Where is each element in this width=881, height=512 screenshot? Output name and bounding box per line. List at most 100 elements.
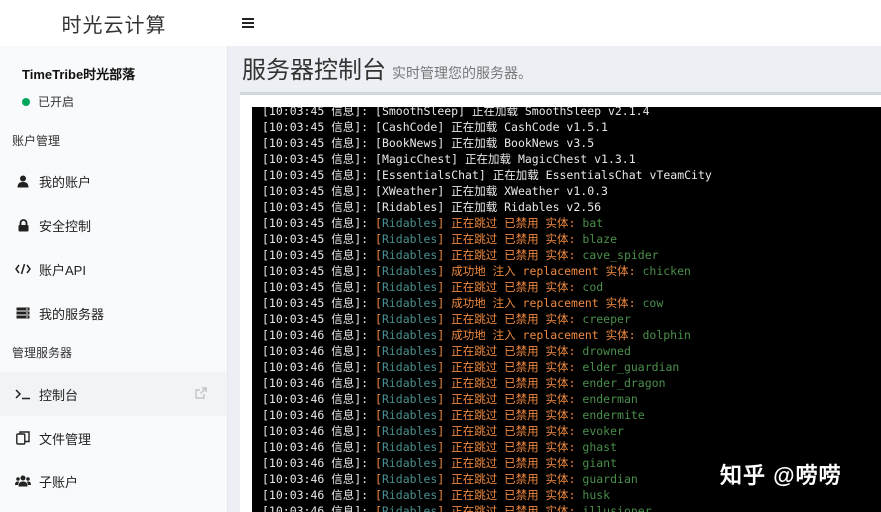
- console-plugin-tag: Ridables: [381, 504, 438, 512]
- sidebar-item-sub-accounts[interactable]: 子账户: [0, 459, 227, 503]
- page-subtitle: 实时管理您的服务器。: [392, 65, 532, 81]
- console-timestamp: [10:03:46 信息]:: [262, 504, 376, 512]
- sidebar-item-console[interactable]: 控制台: [0, 372, 227, 416]
- console-line: [10:03:45 信息]: [Ridables] 正在跳过 已禁用 实体: c…: [262, 311, 712, 327]
- console-action: 正在跳过 已禁用 实体:: [444, 456, 583, 470]
- console-action: 正在跳过 已禁用 实体:: [444, 312, 583, 326]
- console-line: [10:03:46 信息]: [Ridables] 正在跳过 已禁用 实体: g…: [262, 455, 712, 471]
- console-timestamp: [10:03:46 信息]:: [262, 392, 376, 406]
- lock-icon: [14, 216, 32, 234]
- console-entity: endermite: [582, 408, 645, 422]
- console-plugin-tag: [Ridables]: [375, 200, 445, 214]
- console-plugin-tag: Ridables: [381, 264, 438, 278]
- console-bracket: [: [375, 248, 382, 262]
- user-panel: TimeTribe时光部落 已开启: [22, 64, 135, 110]
- console-entity: husk: [582, 488, 611, 502]
- console-bracket: [: [375, 456, 382, 470]
- console-entity: giant: [582, 456, 618, 470]
- console-lines: [10:03:45 信息]: [SmoothSleep] 正在加载 Smooth…: [262, 107, 712, 512]
- console-bracket: [: [375, 312, 382, 326]
- console-message: 正在加载 CashCode v1.5.1: [444, 120, 608, 134]
- console-plugin-tag: Ridables: [381, 440, 438, 454]
- console-timestamp: [10:03:46 信息]:: [262, 440, 376, 454]
- console-action: 正在跳过 已禁用 实体:: [444, 408, 583, 422]
- sidebar-item-label: 我的服务器: [39, 306, 105, 322]
- sidebar-item-security[interactable]: 安全控制: [0, 203, 227, 247]
- sidebar-item-label: 账户API: [39, 262, 86, 278]
- status-online-icon: [22, 97, 30, 106]
- console-message: 正在加载 BookNews v3.5: [444, 136, 595, 150]
- console-message: 正在加载 XWeather v1.0.3: [444, 184, 608, 198]
- console-plugin-tag: Ridables: [381, 408, 438, 422]
- console-timestamp: [10:03:45 信息]:: [262, 136, 376, 150]
- sidebar-item-label: 文件管理: [39, 431, 92, 447]
- console-entity: bat: [582, 216, 604, 230]
- console-timestamp: [10:03:46 信息]:: [262, 376, 376, 390]
- console-bracket: [: [375, 280, 382, 294]
- sidebar-item-file-manager[interactable]: 文件管理: [0, 416, 227, 460]
- console-action: 成功地 注入 replacement 实体:: [444, 264, 643, 278]
- files-icon: [14, 429, 32, 447]
- console-line: [10:03:46 信息]: [Ridables] 正在跳过 已禁用 实体: e…: [262, 375, 712, 391]
- console-plugin-tag: Ridables: [381, 472, 438, 486]
- console-entity: creeper: [582, 312, 631, 326]
- console-timestamp: [10:03:45 信息]:: [262, 216, 376, 230]
- console-line: [10:03:45 信息]: [Ridables] 正在跳过 已禁用 实体: b…: [262, 231, 712, 247]
- console-timestamp: [10:03:46 信息]:: [262, 328, 376, 342]
- console-line: [10:03:45 信息]: [MagicChest] 正在加载 MagicCh…: [262, 151, 712, 167]
- console-plugin-tag: [CashCode]: [375, 120, 445, 134]
- console-timestamp: [10:03:45 信息]:: [262, 296, 376, 310]
- console-line: [10:03:46 信息]: [Ridables] 正在跳过 已禁用 实体: g…: [262, 471, 712, 487]
- console-plugin-tag: Ridables: [381, 248, 438, 262]
- sidebar-item-label: 子账户: [39, 474, 79, 490]
- user-name: TimeTribe时光部落: [22, 67, 136, 82]
- console-line: [10:03:46 信息]: [Ridables] 正在跳过 已禁用 实体: d…: [262, 343, 712, 359]
- sidebar-item-my-servers[interactable]: 我的服务器: [0, 291, 227, 335]
- console-output[interactable]: [10:03:45 信息]: [SmoothSleep] 正在加载 Smooth…: [252, 107, 881, 512]
- console-line: [10:03:45 信息]: [Ridables] 成功地 注入 replace…: [262, 295, 712, 311]
- console-bracket: [: [375, 424, 382, 438]
- console-action: 正在跳过 已禁用 实体:: [444, 440, 583, 454]
- users-icon: [14, 472, 32, 490]
- external-link-icon[interactable]: [195, 387, 207, 399]
- console-plugin-tag: Ridables: [381, 488, 438, 502]
- sidebar-item-label: 我的账户: [39, 174, 92, 190]
- console-plugin-tag: [SmoothSleep]: [375, 107, 466, 118]
- console-bracket: [: [375, 504, 382, 512]
- watermark: 知乎 @唠唠: [720, 463, 842, 488]
- console-plugin-tag: Ridables: [381, 344, 438, 358]
- console-timestamp: [10:03:45 信息]:: [262, 312, 376, 326]
- console-timestamp: [10:03:45 信息]:: [262, 184, 376, 198]
- console-panel: [10:03:45 信息]: [SmoothSleep] 正在加载 Smooth…: [240, 92, 881, 512]
- console-plugin-tag: Ridables: [381, 328, 438, 342]
- menu-toggle-button[interactable]: [240, 12, 256, 34]
- console-timestamp: [10:03:46 信息]:: [262, 488, 376, 502]
- section-header-server: 管理服务器: [12, 346, 73, 360]
- content-header: 服务器控制台 实时管理您的服务器。: [242, 50, 532, 85]
- console-bracket: [: [375, 232, 382, 246]
- console-message: 正在加载 EssentialsChat vTeamCity: [485, 168, 712, 182]
- console-entity: illusioner: [582, 504, 652, 512]
- brand-logo[interactable]: 时光云计算: [0, 0, 228, 46]
- console-message: 正在加载 MagicChest v1.3.1: [458, 152, 636, 166]
- console-timestamp: [10:03:45 信息]:: [262, 168, 376, 182]
- console-line: [10:03:45 信息]: [Ridables] 正在加载 Ridables …: [262, 199, 712, 215]
- console-line: [10:03:45 信息]: [XWeather] 正在加载 XWeather …: [262, 183, 712, 199]
- console-bracket: [: [375, 392, 382, 406]
- console-bracket: [: [375, 408, 382, 422]
- console-entity: cave_spider: [582, 248, 659, 262]
- console-bracket: [: [375, 216, 382, 230]
- console-action: 正在跳过 已禁用 实体:: [444, 424, 583, 438]
- console-entity: dolphin: [642, 328, 691, 342]
- console-timestamp: [10:03:46 信息]:: [262, 360, 376, 374]
- console-line: [10:03:45 信息]: [Ridables] 正在跳过 已禁用 实体: c…: [262, 279, 712, 295]
- console-plugin-tag: [XWeather]: [375, 184, 445, 198]
- console-plugin-tag: Ridables: [381, 360, 438, 374]
- console-entity: evoker: [582, 424, 624, 438]
- console-line: [10:03:46 信息]: [Ridables] 正在跳过 已禁用 实体: h…: [262, 487, 712, 503]
- console-action: 正在跳过 已禁用 实体:: [444, 504, 583, 512]
- console-plugin-tag: Ridables: [381, 424, 438, 438]
- console-action: 正在跳过 已禁用 实体:: [444, 344, 583, 358]
- sidebar-item-my-account[interactable]: 我的账户: [0, 159, 227, 203]
- sidebar-item-account-api[interactable]: 账户API: [0, 247, 227, 291]
